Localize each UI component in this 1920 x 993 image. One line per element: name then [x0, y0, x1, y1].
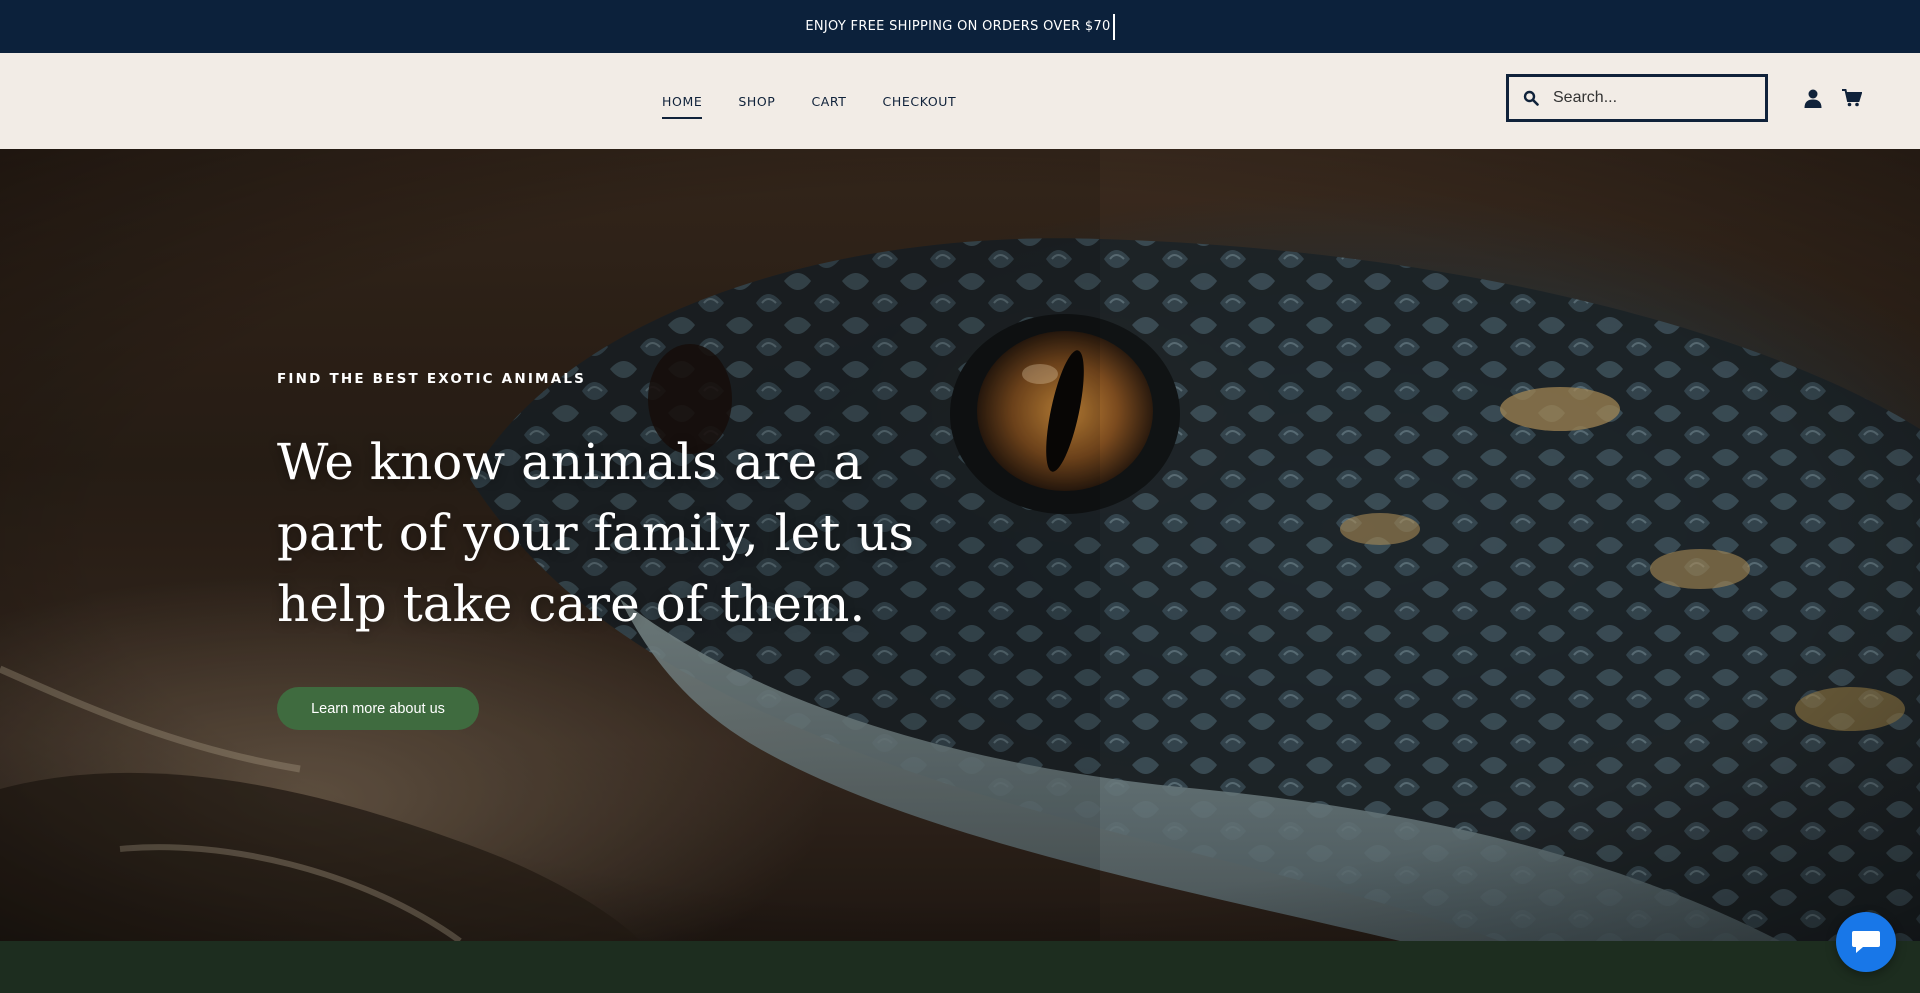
nav-item-home[interactable]: HOME	[662, 88, 703, 119]
hero-headline: We know animals are a part of your famil…	[277, 433, 915, 633]
site-header: HOME SHOP CART CHECKOUT	[0, 53, 1920, 149]
cart-icon[interactable]	[1840, 86, 1864, 110]
search-box	[1506, 74, 1768, 122]
announcement-bar: ENJOY FREE SHIPPING ON ORDERS OVER $70	[0, 0, 1920, 53]
text-caret	[1112, 13, 1115, 40]
main-nav: HOME SHOP CART CHECKOUT	[662, 53, 992, 149]
announcement-text: ENJOY FREE SHIPPING ON ORDERS OVER $70	[805, 19, 1111, 34]
bottom-section	[0, 941, 1920, 993]
learn-more-button[interactable]: Learn more about us	[277, 687, 479, 730]
search-icon[interactable]	[1509, 77, 1553, 119]
hero-banner: FIND THE BEST EXOTIC ANIMALS We know ani…	[0, 149, 1920, 941]
nav-item-shop[interactable]: SHOP	[738, 88, 775, 115]
nav-item-checkout[interactable]: CHECKOUT	[883, 88, 957, 115]
search-input[interactable]	[1553, 77, 1765, 119]
hero-content: FIND THE BEST EXOTIC ANIMALS We know ani…	[277, 371, 977, 640]
chat-icon[interactable]	[1836, 912, 1896, 972]
hero-eyebrow: FIND THE BEST EXOTIC ANIMALS	[277, 371, 587, 387]
user-icon[interactable]	[1801, 86, 1825, 110]
nav-item-cart[interactable]: CART	[811, 88, 846, 115]
